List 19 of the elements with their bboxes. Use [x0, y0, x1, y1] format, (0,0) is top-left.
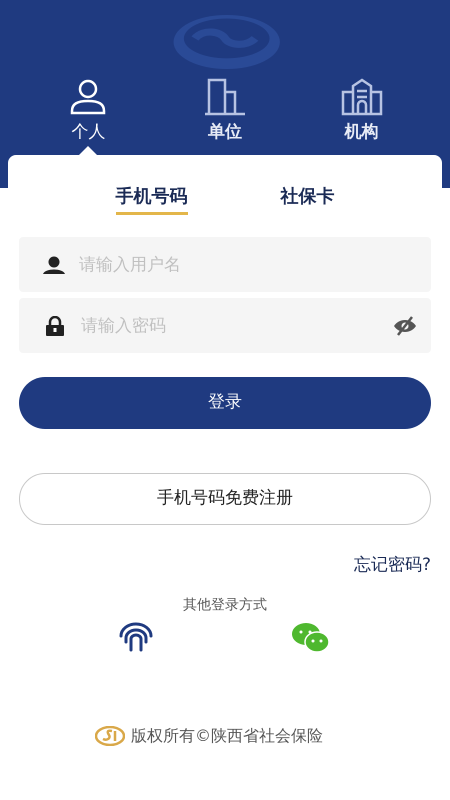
building-icon — [202, 78, 247, 116]
copyright-text: 版权所有©陕西省社会保险 — [131, 724, 323, 746]
login-tab[interactable]: 社保卡 — [280, 183, 334, 215]
login-tab[interactable]: 手机号码 — [116, 183, 188, 215]
register-button[interactable]: 手机号码免费注册 — [19, 473, 431, 525]
fingerprint-icon[interactable] — [119, 622, 153, 652]
forgot-password-link[interactable]: 忘记密码? — [354, 553, 431, 578]
user-icon — [43, 256, 65, 274]
eye-off-icon[interactable] — [393, 316, 417, 336]
login-button[interactable]: 登录 — [19, 377, 431, 429]
role-tab[interactable]: 单位 — [202, 78, 247, 144]
si-logo-icon — [95, 726, 125, 746]
institution-icon — [340, 78, 383, 116]
person-icon — [68, 78, 108, 116]
lock-icon — [45, 316, 65, 336]
role-tab[interactable]: 个人 — [68, 78, 108, 144]
other-login-title: 其他登录方式 — [183, 596, 267, 614]
role-tab[interactable]: 机构 — [340, 78, 383, 144]
wechat-icon[interactable] — [291, 622, 331, 654]
